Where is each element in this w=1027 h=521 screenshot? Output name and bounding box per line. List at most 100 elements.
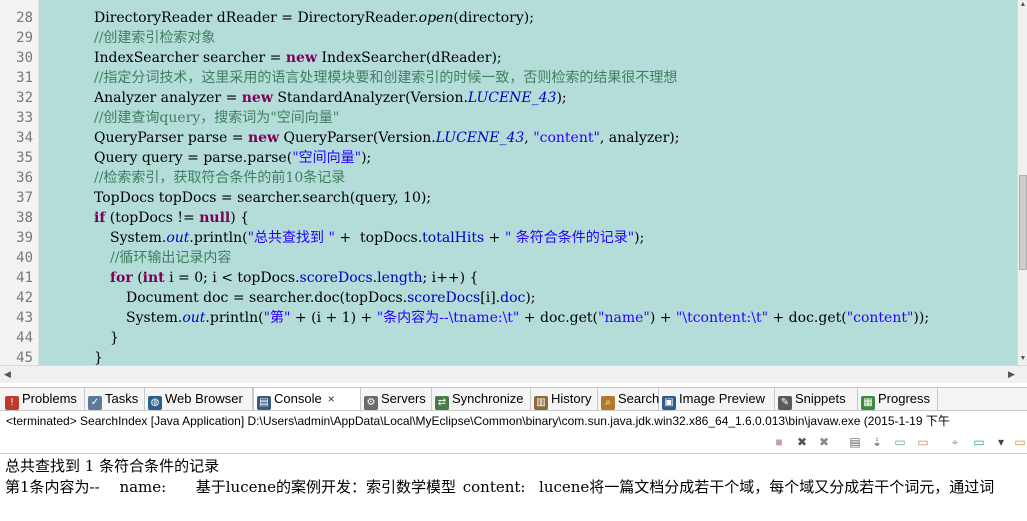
tab-image-preview[interactable]: ▣ Image Preview	[659, 388, 775, 410]
tab-progress[interactable]: ▦ Progress	[858, 388, 938, 410]
scroll-left-arrow-icon[interactable]: ◀	[4, 369, 11, 380]
code-token: DirectoryReader dReader = DirectoryReade…	[94, 10, 419, 26]
code-token: "空间向量"	[292, 150, 362, 166]
code-token: + doc.get(	[768, 310, 847, 326]
code-token: LUCENE_43	[467, 90, 557, 106]
line-number: 30	[16, 50, 33, 66]
view-tab-bar: ! Problems ✓ Tasks ◍ Web Browser ▤ Console × ⚙ Ser…	[0, 387, 1027, 411]
tab-console[interactable]: ▤ Console ×	[253, 388, 361, 410]
line-number: 32	[16, 90, 33, 106]
code-token: out	[182, 310, 206, 326]
line-number: 34	[16, 130, 33, 146]
code-editor[interactable]: 28 29 30 31 32 33 34 35 36 37 38 39 40 41 42 43 44 45 Dir…	[0, 0, 1027, 385]
code-line: Analyzer analyzer = new StandardAnalyzer…	[94, 88, 567, 108]
code-token: //创建索引检索对象	[94, 30, 216, 46]
snippets-icon: ✎	[778, 396, 792, 410]
close-tab-icon[interactable]: ×	[328, 392, 335, 406]
line-number: 43	[16, 310, 33, 326]
tab-label: Tasks	[105, 391, 139, 406]
code-token: (	[132, 270, 143, 286]
display-dropdown-icon[interactable]: ▾	[994, 435, 1008, 449]
code-token: );	[361, 150, 372, 166]
scroll-up-arrow-icon[interactable]: ▲	[1019, 0, 1027, 10]
code-line: Document doc = searcher.doc(topDocs.scor…	[126, 288, 536, 308]
pin-console-icon[interactable]: ⌖	[948, 435, 962, 449]
tab-label: Console	[274, 391, 322, 406]
display-console-icon[interactable]: ▭	[972, 435, 986, 449]
code-line: QueryParser parse = new QueryParser(Vers…	[94, 128, 679, 148]
line-number: 44	[16, 330, 33, 346]
tab-snippets[interactable]: ✎ Snippets	[775, 388, 858, 410]
line-number: 35	[16, 150, 33, 166]
tab-label: Synchronize	[452, 391, 524, 406]
code-token: new	[247, 130, 280, 146]
remove-launch-icon[interactable]: ✖	[795, 435, 809, 449]
problems-icon: !	[5, 396, 19, 410]
editor-vertical-scrollbar[interactable]: ▲ ▼	[1017, 0, 1027, 365]
code-token: doc	[500, 290, 526, 306]
tab-tasks[interactable]: ✓ Tasks	[85, 388, 145, 410]
code-token: IndexSearcher(dReader);	[317, 50, 502, 66]
code-token: if	[94, 210, 106, 226]
code-token: ; i++) {	[422, 270, 479, 286]
code-token: System.	[110, 230, 167, 246]
code-line: //循环输出记录内容	[110, 248, 231, 268]
code-token: new	[241, 90, 273, 106]
code-line: Query query = parse.parse("空间向量");	[94, 148, 371, 168]
code-token: ) +	[649, 310, 676, 326]
remove-all-icon[interactable]: ✖	[817, 435, 831, 449]
tab-synchronize[interactable]: ⇄ Synchronize	[432, 388, 531, 410]
code-area[interactable]: DirectoryReader dReader = DirectoryReade…	[39, 0, 1017, 365]
code-token: ,	[524, 130, 534, 146]
tab-history[interactable]: ▥ History	[531, 388, 598, 410]
code-token: scoreDocs	[299, 270, 373, 286]
tab-web-browser[interactable]: ◍ Web Browser	[145, 388, 253, 410]
code-token: LUCENE_43	[435, 130, 525, 146]
tasks-icon: ✓	[88, 396, 102, 410]
tab-label: Snippets	[795, 391, 846, 406]
code-token: );	[525, 290, 536, 306]
tab-search[interactable]: ⌕ Search	[598, 388, 659, 410]
scroll-down-arrow-icon[interactable]: ▼	[1019, 354, 1027, 364]
tab-servers[interactable]: ⚙ Servers	[361, 388, 432, 410]
scroll-lock-icon[interactable]: ⇣	[870, 435, 884, 449]
code-token: (directory);	[453, 10, 534, 26]
tab-problems[interactable]: ! Problems	[2, 388, 85, 410]
show-on-error-icon[interactable]: ▭	[916, 435, 930, 449]
tab-label: Servers	[381, 391, 426, 406]
code-token: null	[199, 210, 231, 226]
console-toolbar: ■ ✖ ✖ ▤ ⇣ ▭ ▭ ⌖ ▭ ▾ ▭	[0, 431, 1027, 453]
code-line: for (int i = 0; i < topDocs.scoreDocs.le…	[110, 268, 478, 288]
code-token: QueryParser(Version.	[279, 130, 436, 146]
code-line: DirectoryReader dReader = DirectoryReade…	[94, 8, 534, 28]
console-output[interactable]: 总共查找到 1 条符合条件的记录 第1条内容为-- name: 基于lucene…	[0, 453, 1027, 521]
clear-console-icon[interactable]: ▤	[848, 435, 862, 449]
code-token: + (i + 1) +	[290, 310, 377, 326]
code-token: }	[110, 330, 119, 346]
progress-icon: ▦	[861, 396, 875, 410]
code-line: if (topDocs != null) {	[94, 208, 249, 228]
code-token: [i].	[480, 290, 501, 306]
tab-label: Progress	[878, 391, 931, 406]
code-token: //指定分词技术，这里采用的语言处理模块要和创建索引的时候一致，否则检索的结果很…	[94, 70, 678, 86]
console-launch-header: <terminated> SearchIndex [Java Applicati…	[6, 414, 950, 428]
code-token: + topDocs.	[334, 230, 423, 246]
console-output-line: 总共查找到 1 条符合条件的记录	[5, 457, 220, 475]
code-token: "content"	[846, 310, 914, 326]
scroll-right-arrow-icon[interactable]: ▶	[1008, 369, 1015, 380]
code-token: "条内容为--\tname:\t"	[376, 310, 520, 326]
console-output-line: 第1条内容为-- name: 基于lucene的案例开发：索引数学模型 cont…	[5, 478, 995, 496]
scroll-thumb[interactable]	[1019, 175, 1027, 270]
code-token: + doc.get(	[519, 310, 599, 326]
show-on-output-icon[interactable]: ▭	[893, 435, 907, 449]
code-token: int	[142, 270, 165, 286]
line-number: 36	[16, 170, 33, 186]
image-preview-icon: ▣	[662, 396, 676, 410]
line-number: 42	[16, 290, 33, 306]
tab-label: Search	[618, 391, 660, 406]
open-console-icon[interactable]: ▭	[1013, 435, 1027, 449]
terminate-icon[interactable]: ■	[772, 435, 786, 449]
code-token: for	[110, 270, 133, 286]
editor-horizontal-scrollbar[interactable]: ◀ ▶	[0, 365, 1027, 383]
code-token: .println(	[205, 310, 264, 326]
